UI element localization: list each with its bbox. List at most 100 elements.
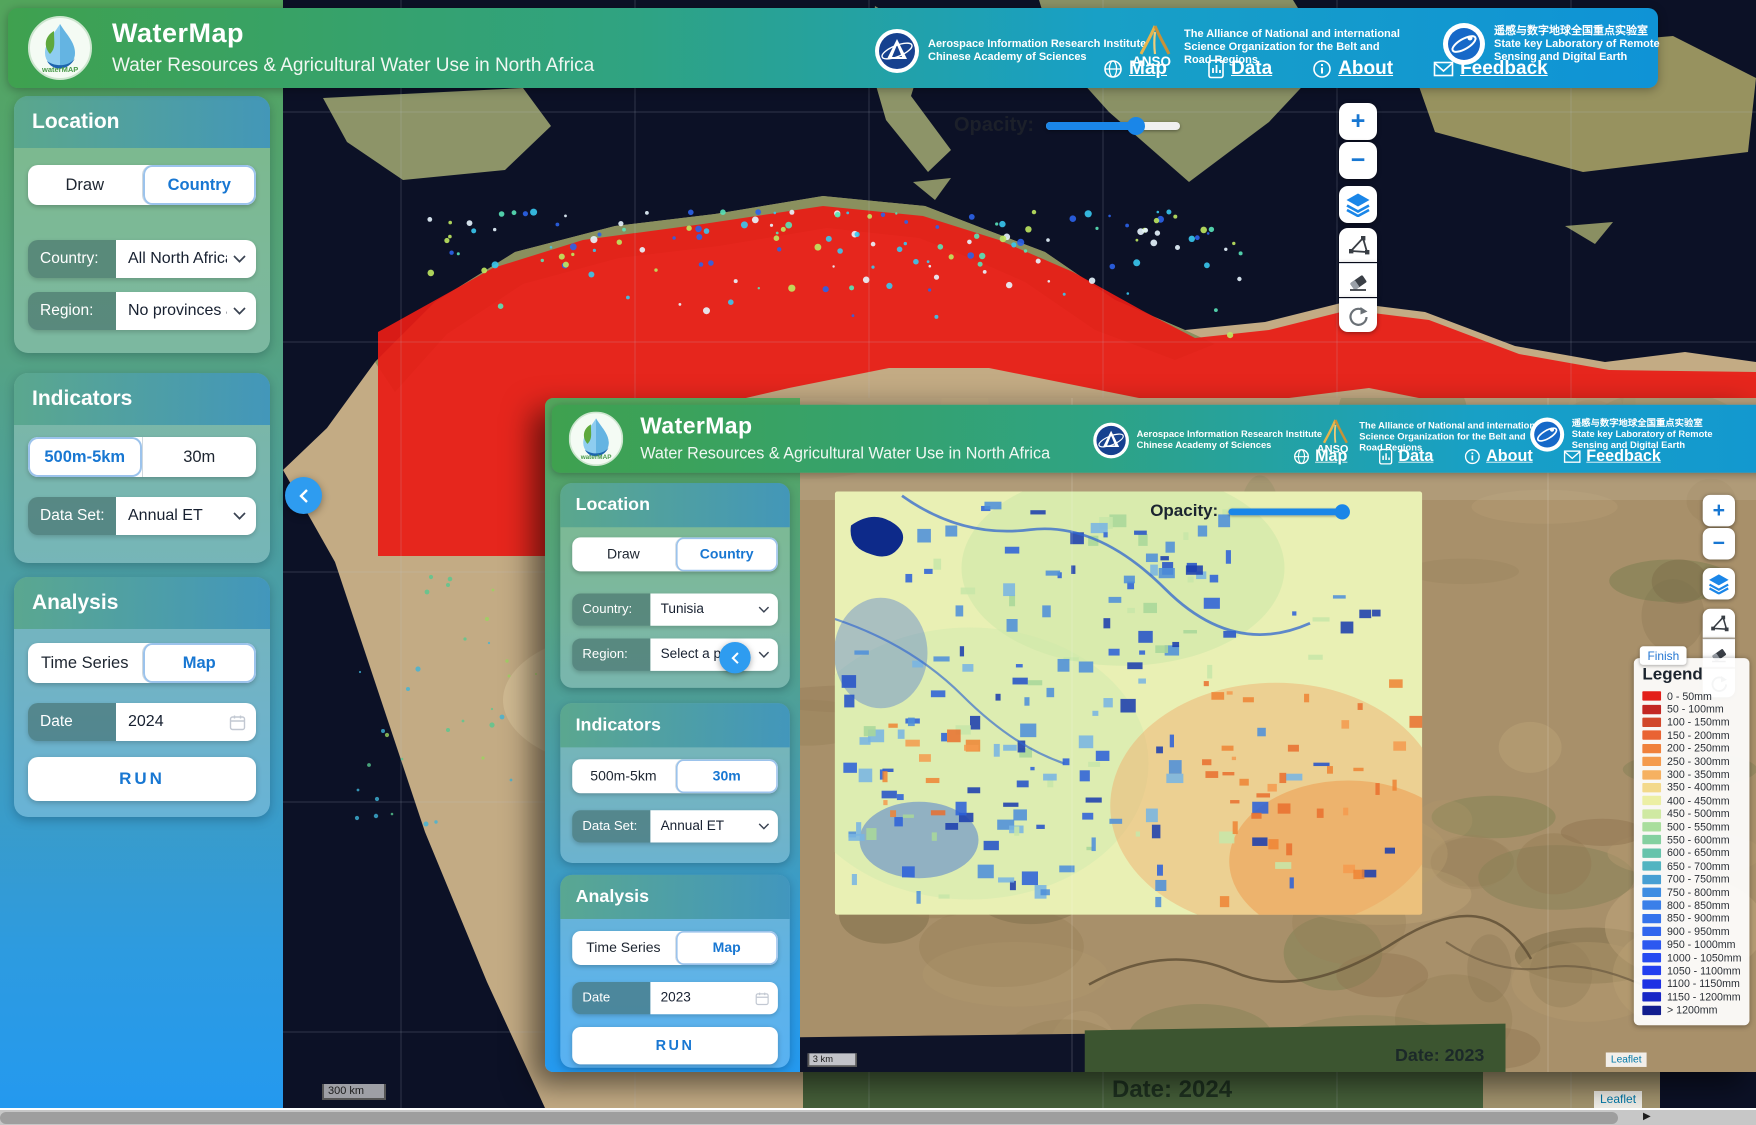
dataset-select[interactable]: Annual ET (650, 810, 778, 842)
leaflet-attribution[interactable]: Leaflet (1606, 1053, 1647, 1067)
legend-label: 400 - 450mm (1667, 795, 1730, 807)
legend-label: 500 - 550mm (1667, 821, 1730, 833)
air-logo-icon (1092, 422, 1129, 459)
header-nav: Map Data About (1103, 58, 1548, 80)
run-button[interactable]: RUN (28, 757, 256, 801)
nav-about[interactable]: About (1464, 447, 1533, 466)
indicators-panel-title: Indicators (560, 703, 790, 747)
indicators-panel: Indicators 500m-5km 30m Data Set: Annual… (14, 373, 270, 563)
layers-button[interactable] (1703, 568, 1735, 599)
scrollbar-right-arrow-icon[interactable]: ▶ (1643, 1111, 1651, 1122)
legend-swatch (1642, 992, 1661, 1001)
leaflet-attribution[interactable]: Leaflet (1594, 1091, 1642, 1108)
nav-data[interactable]: Data (1378, 447, 1433, 466)
zoom-in-button[interactable]: + (1339, 103, 1377, 140)
eraser-button[interactable] (1339, 263, 1377, 297)
legend-swatch (1642, 796, 1661, 805)
tab-map[interactable]: Map (675, 931, 778, 965)
location-mode-tabs: Draw Country (572, 537, 778, 571)
legend-label: 650 - 700mm (1667, 860, 1730, 872)
app-subtitle: Water Resources & Agricultural Water Use… (640, 445, 1050, 464)
legend-label: 700 - 750mm (1667, 873, 1730, 885)
legend-swatch (1642, 783, 1661, 792)
draw-polygon-button[interactable] (1339, 228, 1377, 262)
nav-map[interactable]: Map (1103, 58, 1167, 80)
region-select[interactable]: No provinces a (116, 292, 256, 330)
zoom-out-button[interactable]: − (1339, 142, 1377, 179)
region-select[interactable]: Select a provin (650, 639, 778, 671)
analysis-panel-title: Analysis (14, 577, 270, 629)
logo-text: waterMAP (41, 65, 78, 74)
dataset-row: Data Set: Annual ET (572, 810, 778, 842)
horizontal-scrollbar[interactable]: ▶ (0, 1108, 1756, 1125)
tab-500m-5km[interactable]: 500m-5km (28, 437, 142, 477)
opacity-label: Opacity: (954, 114, 1034, 137)
header-nav: Map Data About (1293, 447, 1661, 466)
layers-button[interactable] (1339, 186, 1377, 223)
nav-feedback[interactable]: Feedback (1563, 447, 1660, 466)
watermap-logo: waterMAP (28, 16, 92, 80)
tab-time-series[interactable]: Time Series (28, 643, 142, 683)
nav-data[interactable]: Data (1207, 58, 1272, 80)
sidebar-collapse-button[interactable] (719, 642, 750, 673)
tab-country[interactable]: Country (675, 537, 778, 571)
opacity-label: Opacity: (1150, 502, 1218, 522)
dataset-select[interactable]: Annual ET (116, 497, 256, 535)
analysis-mode-tabs: Time Series Map (572, 931, 778, 965)
legend-swatch (1642, 731, 1661, 740)
opacity-slider[interactable] (1046, 122, 1180, 130)
region-row: Region: No provinces a (28, 292, 256, 330)
legend-item: 1100 - 1150mm (1642, 977, 1744, 990)
zoom-in-button[interactable]: + (1703, 495, 1735, 526)
opacity-slider-thumb[interactable] (1335, 504, 1350, 519)
legend-panel: Legend 0 - 50mm50 - 100mm100 - 150mm150 … (1634, 658, 1750, 1025)
tab-30m[interactable]: 30m (675, 759, 778, 793)
dataset-label: Data Set: (28, 497, 116, 535)
opacity-slider-thumb[interactable] (1127, 117, 1145, 135)
zoom-out-button[interactable]: − (1703, 528, 1735, 559)
legend-item: 800 - 850mm (1642, 899, 1744, 912)
legend-item: 650 - 700mm (1642, 860, 1744, 873)
sidebar-collapse-button[interactable] (285, 477, 322, 514)
opacity-slider[interactable] (1228, 508, 1342, 515)
date-label: Date (572, 982, 650, 1014)
legend-swatch (1642, 770, 1661, 779)
tab-map[interactable]: Map (142, 643, 257, 683)
inner-window: waterMAP WaterMap Water Resources & Agri… (545, 398, 1756, 1072)
reset-rotate-button[interactable] (1339, 298, 1377, 332)
map-date-caption: Date: 2023 (1395, 1046, 1484, 1066)
date-input[interactable]: 2023 (650, 982, 778, 1014)
run-button[interactable]: RUN (572, 1027, 778, 1064)
nav-about[interactable]: About (1312, 58, 1393, 80)
tab-draw[interactable]: Draw (572, 537, 674, 571)
tab-draw[interactable]: Draw (28, 165, 142, 205)
scrollbar-thumb[interactable] (0, 1112, 1618, 1124)
tab-country[interactable]: Country (142, 165, 257, 205)
inner-map-canvas[interactable] (800, 398, 1756, 1072)
legend-swatch (1642, 848, 1661, 857)
indicators-panel: Indicators 500m-5km 30m Data Set: Annual… (560, 703, 790, 863)
legend-item: 600 - 650mm (1642, 847, 1744, 860)
country-select[interactable]: Tunisia (650, 594, 778, 626)
legend-swatch (1642, 875, 1661, 884)
legend-label: 550 - 600mm (1667, 834, 1730, 846)
legend-label: 350 - 400mm (1667, 782, 1730, 794)
legend-label: 1100 - 1150mm (1667, 978, 1740, 990)
tab-500m-5km[interactable]: 500m-5km (572, 759, 674, 793)
chevron-down-icon (758, 651, 769, 658)
country-select[interactable]: All North Africa (116, 240, 256, 278)
legend-item: 350 - 400mm (1642, 781, 1744, 794)
country-label: Country: (572, 594, 650, 626)
nav-map[interactable]: Map (1293, 447, 1347, 466)
date-input[interactable]: 2024 (116, 703, 256, 741)
tab-time-series[interactable]: Time Series (572, 931, 674, 965)
legend-label: 250 - 300mm (1667, 756, 1730, 768)
legend-label: 850 - 900mm (1667, 913, 1730, 925)
draw-polygon-button[interactable] (1703, 609, 1735, 638)
nav-feedback[interactable]: Feedback (1433, 58, 1548, 80)
legend-item: 1050 - 1100mm (1642, 964, 1744, 977)
location-panel: Location Draw Country Country: All North… (14, 96, 270, 353)
tab-30m[interactable]: 30m (142, 437, 257, 477)
legend-label: 450 - 500mm (1667, 808, 1730, 820)
finish-tooltip[interactable]: Finish (1640, 646, 1687, 665)
